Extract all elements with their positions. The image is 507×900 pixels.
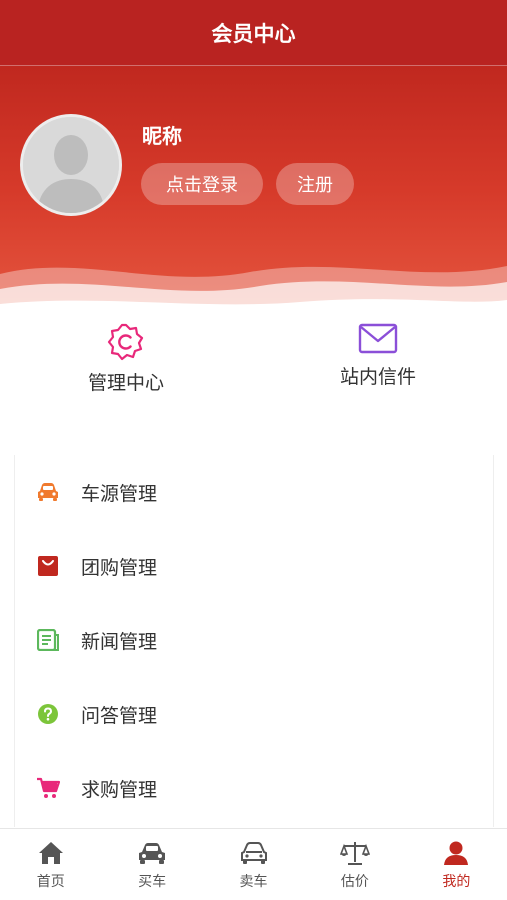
menu-item-purchase[interactable]: 求购管理 xyxy=(15,751,493,825)
tab-label: 首页 xyxy=(36,873,65,890)
menu-item-qa[interactable]: 问答管理 xyxy=(15,677,493,751)
page-header: 会员中心 xyxy=(0,0,507,66)
tab-buy-car[interactable]: 买车 xyxy=(101,829,202,900)
tab-home[interactable]: 首页 xyxy=(0,829,101,900)
tab-label: 我的 xyxy=(442,873,471,890)
tab-label: 卖车 xyxy=(239,873,268,890)
bag-icon xyxy=(35,553,61,579)
bottom-tab-bar: 首页 买车 卖车 估价 我的 xyxy=(0,828,507,900)
admin-center-link[interactable]: 管理中心 xyxy=(26,322,226,395)
scale-icon xyxy=(339,839,370,867)
tab-label: 买车 xyxy=(138,873,167,890)
admin-center-label: 管理中心 xyxy=(87,372,164,394)
tab-valuation[interactable]: 估价 xyxy=(304,829,405,900)
menu-item-news[interactable]: 新闻管理 xyxy=(15,603,493,677)
tab-label: 估价 xyxy=(340,873,369,890)
menu-label: 新闻管理 xyxy=(81,630,158,653)
cart-icon xyxy=(35,775,61,801)
login-button[interactable]: 点击登录 xyxy=(141,163,263,205)
register-button[interactable]: 注册 xyxy=(276,163,354,205)
question-icon xyxy=(35,701,61,727)
menu-item-group-buy[interactable]: 团购管理 xyxy=(15,529,493,603)
menu-item-car-source[interactable]: 车源管理 xyxy=(15,455,493,529)
default-avatar-icon xyxy=(23,117,119,213)
car-buy-icon xyxy=(137,839,167,867)
news-icon xyxy=(35,627,61,653)
car-sell-icon xyxy=(239,839,269,867)
management-menu: 车源管理 团购管理 新闻管理 问答管理 求购管理 xyxy=(14,455,494,827)
menu-label: 车源管理 xyxy=(81,482,158,505)
tab-sell-car[interactable]: 卖车 xyxy=(203,829,304,900)
tab-mine[interactable]: 我的 xyxy=(406,829,507,900)
admin-center-icon xyxy=(107,323,144,361)
menu-label: 问答管理 xyxy=(81,704,158,727)
mail-link[interactable]: 站内信件 xyxy=(278,322,478,389)
avatar[interactable] xyxy=(20,114,122,216)
menu-label: 团购管理 xyxy=(81,556,158,579)
mail-label: 站内信件 xyxy=(339,366,416,388)
nickname: 昵称 xyxy=(142,124,182,148)
wave-decoration xyxy=(0,266,507,314)
mail-icon xyxy=(358,323,398,354)
user-icon xyxy=(441,839,471,867)
profile-banner: 昵称 点击登录 注册 xyxy=(0,66,507,314)
page-title: 会员中心 xyxy=(211,21,296,46)
menu-label: 求购管理 xyxy=(81,778,158,801)
car-icon xyxy=(35,479,61,505)
home-icon xyxy=(36,839,66,867)
